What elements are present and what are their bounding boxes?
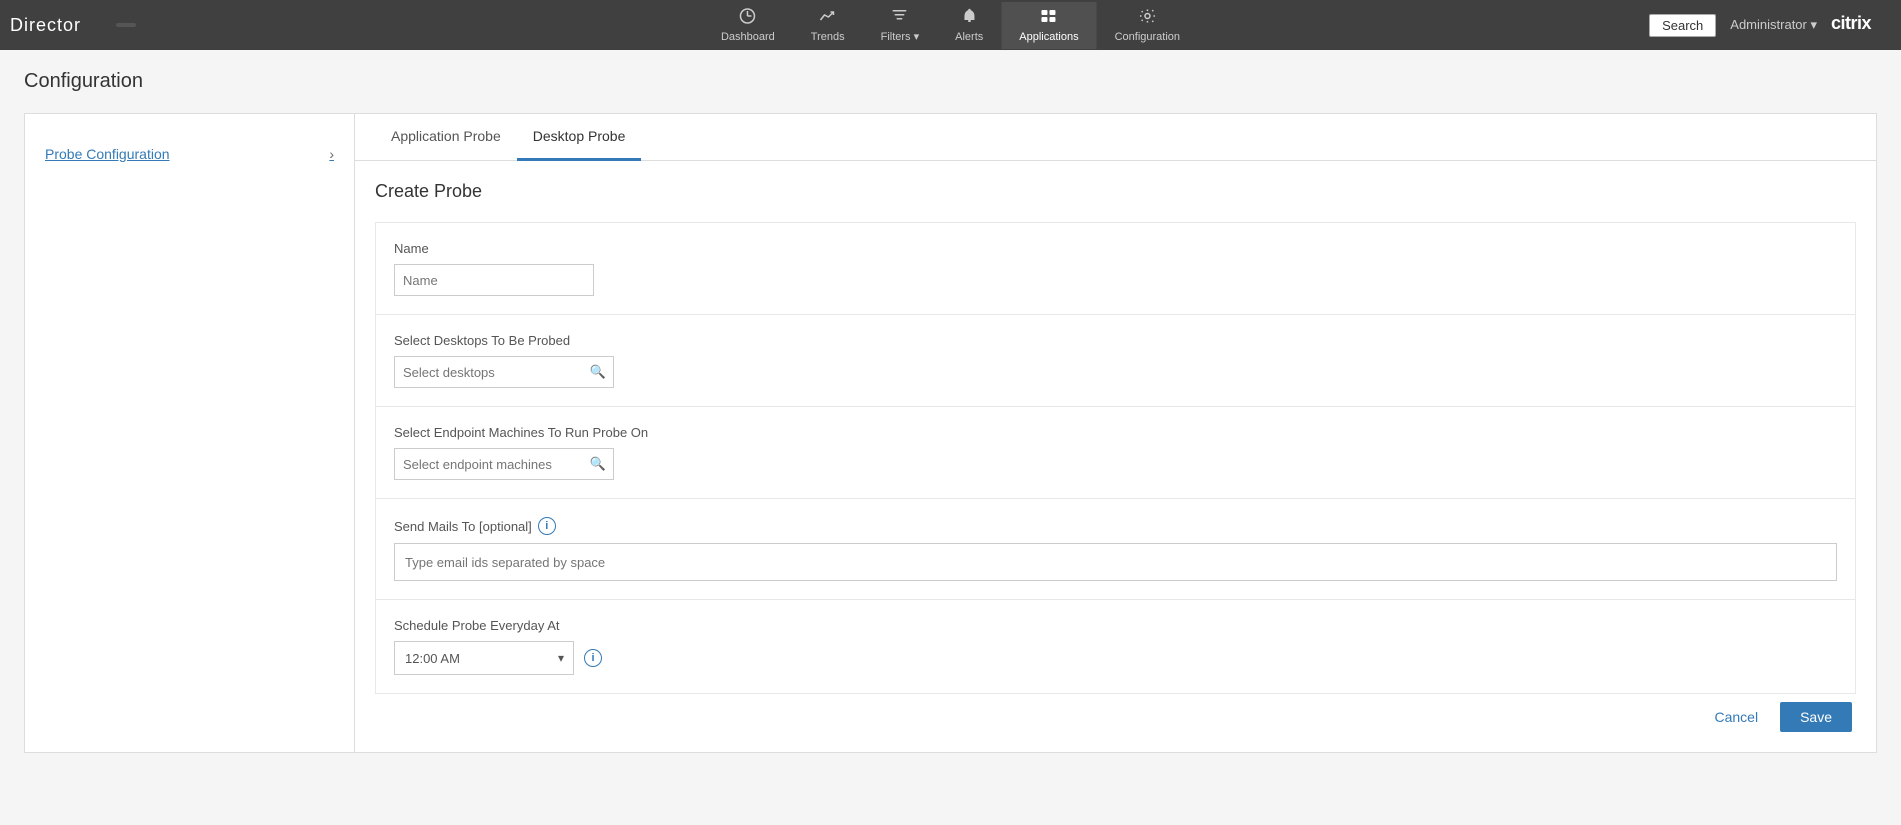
nav-item-dashboard[interactable]: Dashboard <box>703 2 793 49</box>
nav-label-trends: Trends <box>811 31 845 43</box>
form-section-desktops: Select Desktops To Be Probed 🔍 <box>375 315 1856 407</box>
nav-item-configuration[interactable]: Configuration <box>1097 2 1198 49</box>
schedule-select[interactable]: 12:00 AM 1:00 AM 2:00 AM 3:00 AM 6:00 AM… <box>394 641 574 675</box>
form-section-name: Name <box>375 222 1856 315</box>
name-input[interactable] <box>394 264 594 296</box>
send-mails-label: Send Mails To [optional] i <box>394 517 1837 535</box>
citrix-logo: citrix <box>1831 11 1891 39</box>
nav-label-dashboard: Dashboard <box>721 31 775 43</box>
form-content: Create Probe Name Select Desktops To Be … <box>355 161 1876 714</box>
tab-application-probe[interactable]: Application Probe <box>375 114 517 161</box>
select-endpoint-wrapper: 🔍 <box>394 448 614 480</box>
select-desktops-label: Select Desktops To Be Probed <box>394 333 1837 348</box>
brand-name: Director <box>10 15 90 36</box>
nav-label-applications: Applications <box>1019 31 1078 43</box>
chevron-right-icon: › <box>329 146 334 162</box>
main-container: Probe Configuration › Application Probe … <box>24 113 1877 753</box>
nav-center: Dashboard Trends Filters ▾ <box>703 1 1198 49</box>
search-button[interactable]: Search <box>1649 14 1716 37</box>
select-endpoint-label: Select Endpoint Machines To Run Probe On <box>394 425 1837 440</box>
nav-item-applications[interactable]: Applications <box>1001 2 1096 49</box>
sidebar-item-label: Probe Configuration <box>45 146 170 162</box>
logo-pill <box>116 23 136 27</box>
brand-area: Director <box>10 15 136 36</box>
form-section-endpoint: Select Endpoint Machines To Run Probe On… <box>375 407 1856 499</box>
nav-label-filters: Filters ▾ <box>881 30 920 43</box>
main-content: Application Probe Desktop Probe Create P… <box>355 114 1876 752</box>
nav-item-alerts[interactable]: Alerts <box>937 2 1001 49</box>
admin-dropdown[interactable]: Administrator ▾ <box>1730 17 1817 33</box>
page-title: Configuration <box>24 70 1877 93</box>
send-mails-info-icon[interactable]: i <box>538 517 556 535</box>
select-desktops-wrapper: 🔍 <box>394 356 614 388</box>
tabs-container: Application Probe Desktop Probe <box>355 114 1876 161</box>
tab-desktop-probe[interactable]: Desktop Probe <box>517 114 642 161</box>
sidebar-item-probe-configuration[interactable]: Probe Configuration › <box>25 134 354 174</box>
dashboard-icon <box>739 8 757 29</box>
nav-label-alerts: Alerts <box>955 31 983 43</box>
top-navigation: Director Dashboard Trends <box>0 0 1901 50</box>
trends-icon <box>819 8 837 29</box>
applications-icon <box>1040 8 1058 29</box>
page-content: Configuration Probe Configuration › Appl… <box>0 50 1901 825</box>
form-footer: Cancel Save <box>1678 682 1876 752</box>
filters-icon <box>891 7 909 28</box>
schedule-wrapper: 12:00 AM 1:00 AM 2:00 AM 3:00 AM 6:00 AM… <box>394 641 1837 675</box>
cancel-button[interactable]: Cancel <box>1702 702 1770 732</box>
name-label: Name <box>394 241 1837 256</box>
sidebar: Probe Configuration › <box>25 114 355 752</box>
schedule-select-wrapper: 12:00 AM 1:00 AM 2:00 AM 3:00 AM 6:00 AM… <box>394 641 574 675</box>
nav-item-filters[interactable]: Filters ▾ <box>863 1 938 49</box>
nav-item-trends[interactable]: Trends <box>793 2 863 49</box>
svg-text:citrix: citrix <box>1831 13 1872 33</box>
email-input[interactable] <box>394 543 1837 581</box>
save-button[interactable]: Save <box>1780 702 1852 732</box>
form-section-schedule: Schedule Probe Everyday At 12:00 AM 1:00… <box>375 600 1856 694</box>
select-endpoint-input[interactable] <box>394 448 614 480</box>
alerts-icon <box>960 8 978 29</box>
form-section-email: Send Mails To [optional] i <box>375 499 1856 600</box>
configuration-icon <box>1138 8 1156 29</box>
schedule-label: Schedule Probe Everyday At <box>394 618 1837 633</box>
select-desktops-input[interactable] <box>394 356 614 388</box>
create-probe-title: Create Probe <box>375 181 1856 202</box>
schedule-info-icon[interactable]: i <box>584 649 602 667</box>
nav-label-configuration: Configuration <box>1115 31 1180 43</box>
topnav-right: Search Administrator ▾ citrix <box>1649 11 1891 39</box>
